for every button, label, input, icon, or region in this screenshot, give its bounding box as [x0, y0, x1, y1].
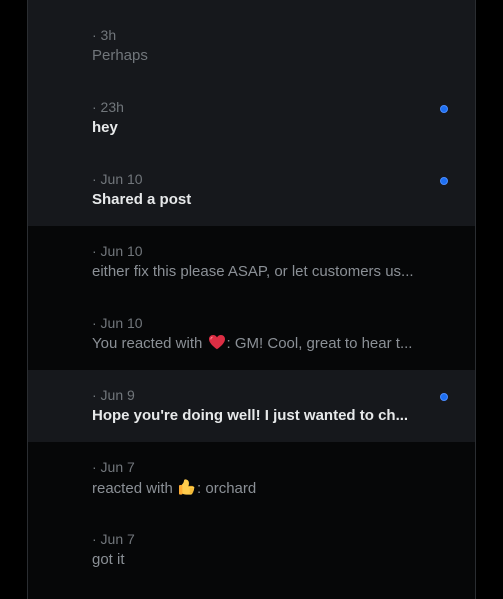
- conversation-time: · Jun 10: [92, 315, 143, 331]
- unread-indicator-icon: [440, 177, 448, 185]
- conversation-preview: Hope you're doing well! I just wanted to…: [92, 407, 409, 424]
- conversation-preview: You reacted with : GM! Cool, great to he…: [92, 334, 422, 354]
- conversation-row[interactable]: · Jun 9 Hope you're doing well! I just w…: [28, 370, 475, 442]
- preview-suffix: : GM! Cool, great to hear t...: [226, 335, 413, 352]
- unread-indicator-icon: [440, 105, 448, 113]
- conversation-preview: hey: [92, 119, 118, 136]
- conversation-time: · Jun 7: [92, 459, 135, 475]
- conversation-preview: Shared a post: [92, 191, 192, 208]
- conversation-row[interactable]: · 3h Perhaps: [28, 0, 475, 82]
- conversation-preview: got it: [92, 551, 125, 568]
- conversation-row[interactable]: · Jun 10 Shared a post: [28, 154, 475, 226]
- conversation-time: · Jun 10: [92, 243, 143, 259]
- conversation-time: · 3h: [92, 27, 117, 43]
- conversation-row[interactable]: · Jun 7 reacted with : orchard: [28, 442, 475, 514]
- conversation-time: · 23h: [92, 99, 124, 115]
- conversation-time: · Jun 10: [92, 171, 143, 187]
- conversation-row[interactable]: · 23h hey: [28, 82, 475, 154]
- preview-prefix: reacted with: [92, 480, 178, 497]
- conversation-time: · Jun 9: [92, 387, 135, 403]
- conversation-preview: either fix this please ASAP, or let cust…: [92, 263, 414, 280]
- preview-suffix: : orchard: [197, 480, 257, 497]
- conversation-time: · Jun 7: [92, 531, 135, 547]
- red-heart-icon: [208, 335, 225, 350]
- conversation-preview: reacted with : orchard: [92, 478, 422, 499]
- conversation-preview: Perhaps: [92, 47, 148, 64]
- page: · 3h Perhaps · 23h hey · Jun 10 Shared a…: [0, 0, 503, 599]
- conversation-row[interactable]: · Jun 10 You reacted with : GM! Cool, gr…: [28, 298, 475, 370]
- thumbs-up-icon: [179, 479, 195, 495]
- conversation-row[interactable]: · Jun 7 got it: [28, 514, 475, 586]
- preview-prefix: You reacted with: [92, 335, 207, 352]
- conversation-list: · 3h Perhaps · 23h hey · Jun 10 Shared a…: [27, 0, 476, 599]
- conversation-row[interactable]: · Jun 10 either fix this please ASAP, or…: [28, 226, 475, 298]
- unread-indicator-icon: [440, 393, 448, 401]
